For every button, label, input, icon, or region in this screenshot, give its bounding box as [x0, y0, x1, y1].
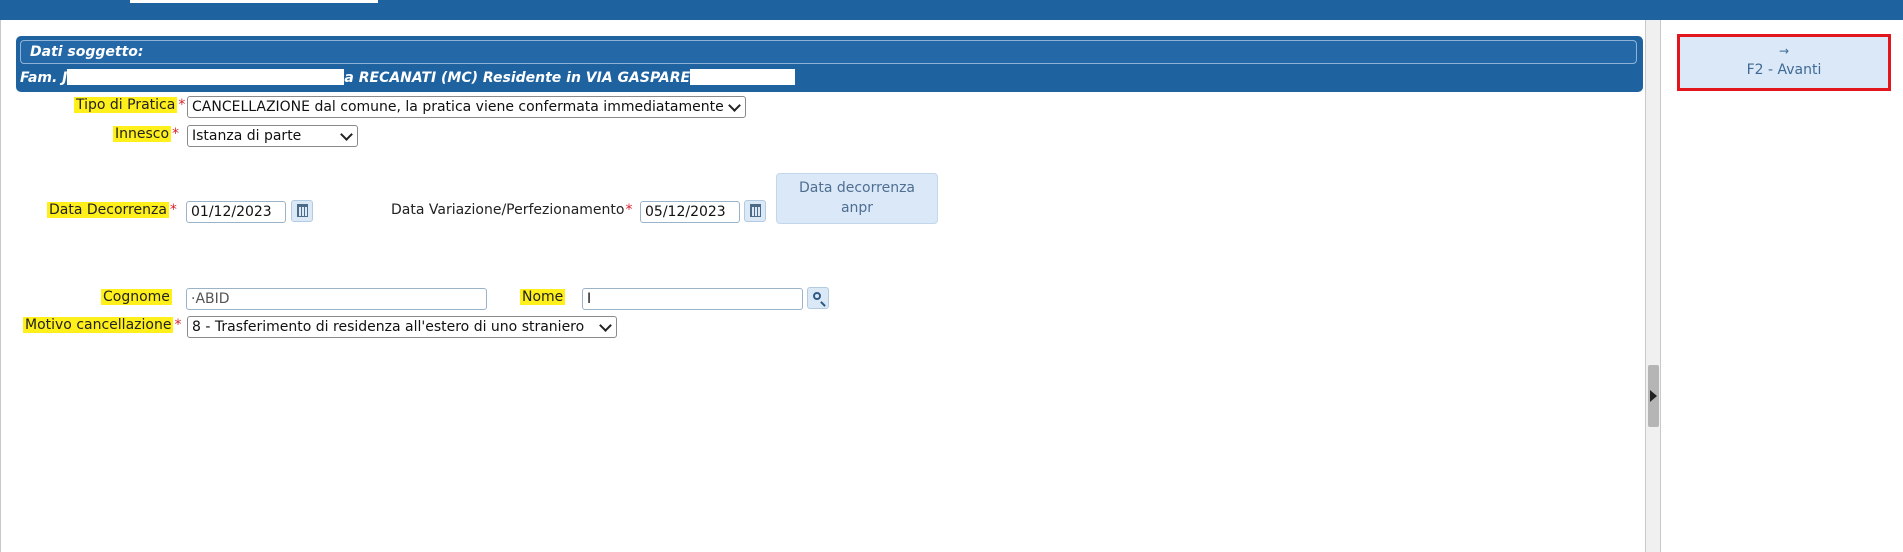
motivo-value: 8 - Trasferimento di residenza all'ester… [192, 319, 585, 335]
required-marker: * [625, 202, 633, 218]
avanti-button-label: F2 - Avanti [1746, 62, 1822, 78]
cognome-label: Cognome [101, 289, 172, 305]
main-content: Dati soggetto: Fam. J a RECANATI (MC) Res… [0, 20, 1645, 552]
cognome-label-text: Cognome [101, 289, 172, 305]
subject-info-middle: a RECANATI (MC) Residente in VIA GASPARE [344, 70, 691, 86]
actions-panel: → F2 - Avanti [1661, 20, 1903, 552]
innesco-select[interactable]: Istanza di parte [187, 125, 358, 147]
subject-panel: Dati soggetto: Fam. J a RECANATI (MC) Res… [16, 36, 1643, 92]
redaction-block [67, 69, 345, 85]
cognome-input[interactable]: ·ABID [186, 288, 487, 310]
nome-label-text: Nome [520, 289, 566, 305]
anpr-button-line2: anpr [840, 200, 874, 216]
motivo-cancellazione-select[interactable]: 8 - Trasferimento di residenza all'ester… [187, 316, 617, 338]
nome-label: Nome [520, 289, 566, 305]
motivo-label-text: Motivo cancellazione [23, 317, 174, 333]
calendar-icon [297, 204, 308, 217]
subject-header: Dati soggetto: [20, 40, 1637, 64]
innesco-label-text: Innesco [113, 126, 172, 142]
search-icon [813, 292, 821, 300]
calendar-icon [750, 204, 761, 217]
subject-title: Dati soggetto: [30, 44, 144, 60]
subject-info-prefix: Fam. J [20, 70, 68, 86]
top-bar [0, 0, 1903, 20]
chevron-down-icon [340, 128, 353, 141]
tipo-pratica-select[interactable]: CANCELLAZIONE dal comune, la pratica vie… [187, 96, 746, 118]
data-decorrenza-input[interactable]: 01/12/2023 [186, 201, 286, 223]
data-variazione-label: Data Variazione/Perfezionamento* [391, 202, 632, 218]
tipo-pratica-value: CANCELLAZIONE dal comune, la pratica vie… [192, 99, 724, 115]
panel-splitter[interactable] [1645, 20, 1661, 552]
tipo-pratica-label: Tipo di Pratica * [74, 97, 185, 113]
data-decorrenza-calendar-button[interactable] [291, 200, 313, 222]
active-tab-indicator [130, 0, 378, 3]
tipo-pratica-label-text: Tipo di Pratica [74, 97, 178, 113]
redaction-block [690, 69, 796, 85]
data-decorrenza-anpr-button[interactable]: Data decorrenza anpr [776, 173, 938, 224]
arrow-right-icon: → [1778, 44, 1790, 58]
anpr-button-line1: Data decorrenza [798, 180, 915, 196]
required-marker: * [169, 202, 177, 218]
caret-right-icon [1650, 390, 1657, 402]
data-variazione-calendar-button[interactable] [744, 200, 766, 222]
data-decorrenza-label-text: Data Decorrenza [47, 202, 169, 218]
avanti-button[interactable]: → F2 - Avanti [1677, 34, 1891, 91]
subject-info: Fam. J a RECANATI (MC) Residente in VIA G… [20, 69, 796, 86]
nome-input[interactable]: I [582, 288, 803, 310]
innesco-value: Istanza di parte [192, 128, 302, 144]
search-button[interactable] [807, 287, 829, 309]
data-variazione-label-text: Data Variazione/Perfezionamento [391, 202, 625, 218]
data-decorrenza-label: Data Decorrenza * [47, 202, 177, 218]
required-marker: * [178, 97, 186, 113]
required-marker: * [174, 317, 182, 333]
data-variazione-input[interactable]: 05/12/2023 [640, 201, 740, 223]
innesco-label: Innesco * [113, 126, 179, 142]
motivo-cancellazione-label: Motivo cancellazione * [23, 317, 181, 333]
required-marker: * [172, 126, 180, 142]
chevron-down-icon [599, 319, 612, 332]
chevron-down-icon [728, 99, 741, 112]
